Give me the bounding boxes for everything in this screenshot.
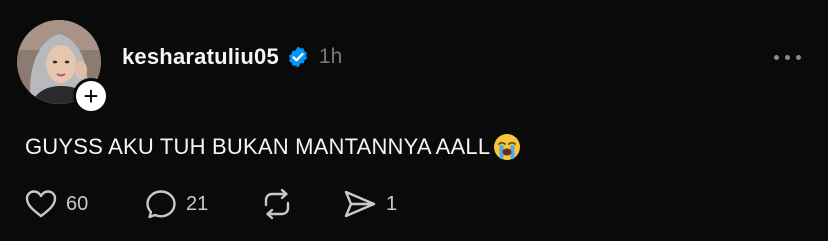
heart-icon <box>25 190 57 218</box>
post-text: GUYSS AKU TUH BUKAN MANTANNYA AALL <box>25 134 491 159</box>
like-count: 60 <box>66 192 89 215</box>
post-header: kesharatuliu05 1h <box>122 44 342 70</box>
more-dot-icon <box>785 55 790 60</box>
post-body: GUYSS AKU TUH BUKAN MANTANNYA AALL <box>25 132 522 162</box>
reply-count: 21 <box>186 192 209 215</box>
reply-button[interactable]: 21 <box>144 188 208 220</box>
share-count: 1 <box>386 192 398 215</box>
share-button[interactable]: 1 <box>342 188 397 220</box>
username-link[interactable]: kesharatuliu05 <box>122 44 279 70</box>
send-icon <box>344 190 376 218</box>
follow-plus-button[interactable]: + <box>73 78 109 114</box>
post-timestamp: 1h <box>318 45 343 68</box>
like-button[interactable]: 60 <box>24 188 88 220</box>
more-dot-icon <box>774 55 779 60</box>
avatar-container: + <box>17 20 109 114</box>
repost-icon <box>264 188 290 220</box>
plus-icon: + <box>83 81 99 111</box>
repost-button[interactable] <box>257 188 297 220</box>
verified-badge-icon <box>286 45 310 69</box>
more-options-button[interactable] <box>774 55 801 60</box>
loudly-crying-face-icon <box>492 132 522 162</box>
more-dot-icon <box>796 55 801 60</box>
thread-post: + kesharatuliu05 1h GUYSS AKU TUH BUKAN … <box>0 0 828 241</box>
comment-bubble-icon <box>146 190 176 219</box>
